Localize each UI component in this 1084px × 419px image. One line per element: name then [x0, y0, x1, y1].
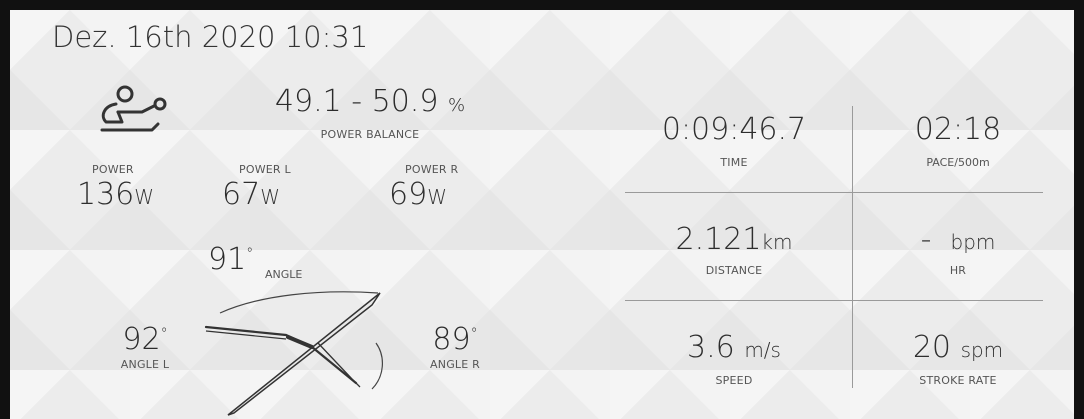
power-unit: W: [134, 185, 155, 209]
power-balance-label: POWER BALANCE: [320, 128, 420, 141]
pace-value: 02:18: [914, 112, 1002, 147]
power-value: 136W: [77, 177, 217, 212]
power-left-value: 67W: [222, 177, 362, 212]
grid-divider-top: [625, 192, 1043, 193]
boat-top-view-icon: [204, 291, 383, 416]
distance-value: 2.121km: [624, 222, 844, 257]
angle-label: ANGLE: [265, 268, 303, 281]
angle-left-unit: °: [160, 326, 168, 342]
angle-left-label: ANGLE L: [120, 358, 170, 371]
power-balance-value: 49.1 - 50.9 %: [240, 84, 500, 119]
stroke-rate-label: STROKE RATE: [919, 374, 997, 387]
angle-right-value: 89°: [395, 322, 515, 357]
power-left-number: 67: [222, 177, 261, 212]
stroke-rate-value: 20 spm: [848, 330, 1068, 365]
distance-unit: km: [761, 230, 793, 254]
angle-left-number: 92: [122, 322, 161, 357]
time-value: 0:09:46.7: [661, 112, 807, 147]
power-left-label: POWER L: [239, 163, 291, 176]
angle-number: 91: [208, 242, 247, 277]
power-right-value: 69W: [389, 177, 529, 212]
grid-divider-bottom: [625, 300, 1043, 301]
power-left-unit: W: [260, 185, 280, 209]
stroke-rate-unit: spm: [960, 338, 1004, 362]
angle-right-number: 89: [432, 322, 471, 357]
angle-right-unit: °: [470, 326, 478, 342]
angle-value: 91°: [208, 242, 253, 277]
speed-unit: m/s: [744, 338, 781, 362]
stroke-rate-number: 20: [912, 330, 952, 365]
speed-number: 3.6: [687, 330, 735, 365]
power-right-unit: W: [427, 185, 447, 209]
hr-label: HR: [949, 264, 967, 277]
hr-value: - bpm: [848, 222, 1068, 257]
pace-label: PACE/500m: [926, 156, 990, 169]
power-right-label: POWER R: [405, 163, 459, 176]
power-number: 136: [77, 177, 135, 212]
hr-number: -: [920, 222, 932, 257]
distance-number: 2.121: [675, 222, 762, 257]
speed-value: 3.6 m/s: [624, 330, 844, 365]
time-label: TIME: [720, 156, 748, 169]
power-balance-number: 49.1 - 50.9: [274, 84, 439, 119]
power-label: POWER: [92, 163, 134, 176]
hr-unit: bpm: [950, 230, 996, 254]
speed-label: SPEED: [715, 374, 753, 387]
rower-icon: [100, 85, 167, 132]
power-right-number: 69: [389, 177, 428, 212]
angle-unit: °: [246, 246, 254, 262]
power-balance-unit: %: [447, 95, 466, 116]
angle-right-label: ANGLE R: [430, 358, 480, 371]
distance-label: DISTANCE: [705, 264, 763, 277]
session-date: Dez. 16th 2020 10:31: [52, 20, 369, 54]
angle-left-value: 92°: [85, 322, 205, 357]
